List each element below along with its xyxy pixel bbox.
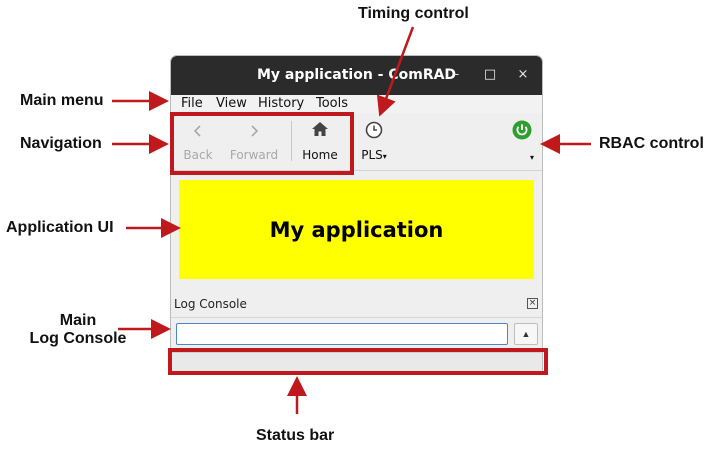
maximize-button[interactable]: □ (481, 66, 499, 84)
log-console-expand-button[interactable]: ▲ (514, 323, 538, 345)
annotation-navigation: Navigation (20, 135, 102, 152)
annotation-status-bar: Status bar (256, 427, 335, 444)
annotation-application-ui: Application UI (6, 219, 114, 236)
application-window: My application - ComRAD – □ × File View … (170, 55, 543, 373)
title-bar: My application - ComRAD – □ × (171, 56, 542, 95)
annotation-main-log-console: Main Log Console (26, 312, 130, 348)
log-console-header: Log Console × (171, 296, 542, 316)
menu-tools[interactable]: Tools (316, 96, 348, 111)
log-console-title: Log Console (174, 297, 247, 311)
annotation-rbac-control: RBAC control (599, 135, 704, 152)
close-button[interactable]: × (514, 66, 532, 84)
timing-label: PLS▾ (357, 148, 391, 162)
annotation-main-log-console-line1: Main (59, 312, 97, 329)
log-console: ▲ (171, 317, 542, 347)
menu-view[interactable]: View (216, 96, 247, 111)
timing-selector-value: PLS (361, 148, 383, 162)
annotation-timing-control: Timing control (358, 5, 469, 22)
menu-file[interactable]: File (181, 96, 203, 111)
minimize-button[interactable]: – (447, 66, 465, 84)
power-icon (505, 120, 539, 144)
log-console-input[interactable] (176, 323, 508, 345)
log-console-close-icon[interactable]: × (527, 298, 538, 309)
chevron-down-icon: ▾ (382, 152, 387, 161)
annotation-main-log-console-line2: Log Console (29, 330, 127, 347)
menu-history[interactable]: History (258, 96, 304, 111)
clock-icon (357, 121, 391, 143)
application-title: My application (269, 217, 444, 242)
status-bar-highlight (168, 348, 548, 375)
application-ui-panel: My application (179, 180, 534, 279)
timing-control-button[interactable]: PLS▾ (357, 113, 391, 169)
annotation-main-menu: Main menu (20, 92, 104, 109)
rbac-control-button[interactable]: ▾ (505, 113, 539, 169)
chevron-down-icon: ▾ (529, 153, 534, 162)
main-menu-bar: File View History Tools (171, 95, 542, 113)
navigation-highlight (170, 112, 354, 175)
